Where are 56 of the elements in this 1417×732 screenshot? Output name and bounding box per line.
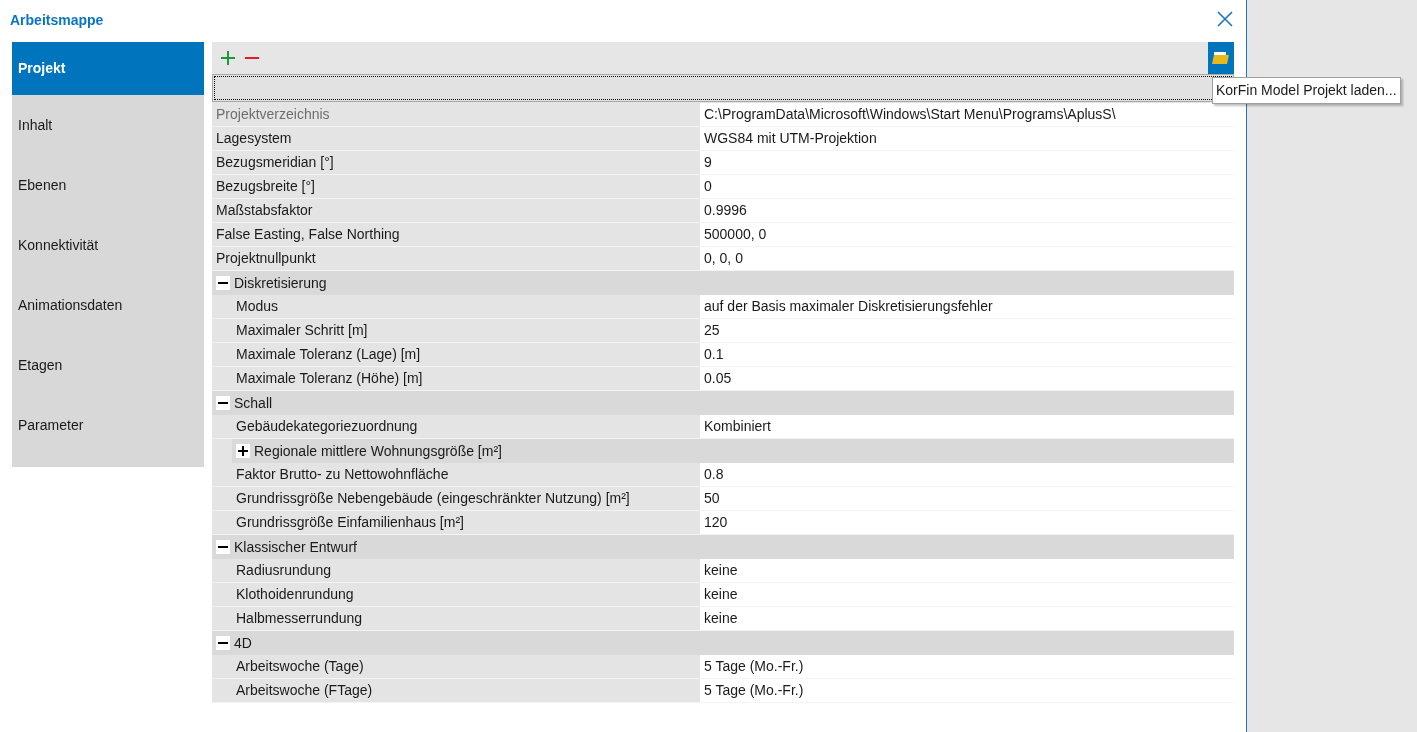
add-icon[interactable] bbox=[220, 50, 236, 66]
sidebar-tab[interactable]: Projekt bbox=[12, 42, 204, 95]
property-value[interactable]: 0.9996 bbox=[700, 199, 1234, 222]
property-value[interactable]: 0.8 bbox=[700, 463, 1234, 486]
window-title: Arbeitsmappe bbox=[10, 10, 104, 30]
property-label: Bezugsbreite [°] bbox=[215, 177, 316, 196]
property-label: Maximale Toleranz (Lage) [m] bbox=[235, 345, 422, 364]
close-icon[interactable] bbox=[1217, 11, 1233, 27]
property-value[interactable]: 0, 0, 0 bbox=[700, 247, 1234, 270]
property-label: Grundrissgröße Einfamilienhaus [m²] bbox=[235, 513, 465, 532]
property-label: Modus bbox=[235, 297, 280, 316]
property-label: Projektverzeichnis bbox=[215, 105, 331, 124]
property-label: False Easting, False Northing bbox=[215, 225, 401, 244]
category-label: Diskretisierung bbox=[234, 273, 327, 293]
property-label: Lagesystem bbox=[215, 129, 293, 148]
property-value[interactable]: 0 bbox=[700, 175, 1234, 198]
collapse-icon[interactable] bbox=[216, 276, 230, 290]
property-value[interactable]: WGS84 mit UTM-Projektion bbox=[700, 127, 1234, 150]
property-label: Halbmesserrundung bbox=[235, 609, 364, 628]
property-label: Maximale Toleranz (Höhe) [m] bbox=[235, 369, 424, 388]
property-value[interactable]: Kombiniert bbox=[700, 415, 1234, 438]
collapse-icon[interactable] bbox=[216, 540, 230, 554]
property-label: Arbeitswoche (FTage) bbox=[235, 681, 374, 700]
expand-icon[interactable] bbox=[236, 444, 250, 458]
collapse-icon[interactable] bbox=[216, 636, 230, 650]
property-label: Projektnullpunkt bbox=[215, 249, 317, 268]
property-label: Faktor Brutto- zu Nettowohnfläche bbox=[235, 465, 450, 484]
property-value[interactable]: keine bbox=[700, 559, 1234, 582]
folder-icon bbox=[1212, 51, 1230, 65]
property-value[interactable]: 500000, 0 bbox=[700, 223, 1234, 246]
collapse-icon[interactable] bbox=[216, 396, 230, 410]
property-label: Maßstabsfaktor bbox=[215, 201, 314, 220]
property-label: Arbeitswoche (Tage) bbox=[235, 657, 365, 676]
folder-button[interactable] bbox=[1208, 42, 1234, 74]
category-label: Schall bbox=[234, 393, 273, 413]
property-value[interactable]: 0.1 bbox=[700, 343, 1234, 366]
property-value[interactable]: 5 Tage (Mo.-Fr.) bbox=[700, 655, 1234, 678]
property-value[interactable]: keine bbox=[700, 607, 1234, 630]
property-label: Radiusrundung bbox=[235, 561, 332, 580]
property-label: Bezugsmeridian [°] bbox=[215, 153, 335, 172]
property-label: Klothoidenrundung bbox=[235, 585, 355, 604]
property-value[interactable]: 0.05 bbox=[700, 367, 1234, 390]
category-label: Regionale mittlere Wohnungsgröße [m²] bbox=[254, 441, 502, 461]
property-value[interactable]: auf der Basis maximaler Diskretisierungsfehler bbox=[700, 295, 1234, 318]
tooltip: KorFin Model Projekt laden... bbox=[1212, 77, 1401, 104]
property-value[interactable]: 25 bbox=[700, 319, 1234, 342]
property-value[interactable]: 9 bbox=[700, 151, 1234, 174]
property-value[interactable]: 120 bbox=[700, 511, 1234, 534]
category-label: Klassischer Entwurf bbox=[234, 537, 357, 557]
property-value[interactable]: keine bbox=[700, 583, 1234, 606]
property-label: Grundrissgröße Nebengebäude (eingeschränkter Nutzung) [m²] bbox=[235, 489, 631, 508]
property-value[interactable]: 5 Tage (Mo.-Fr.) bbox=[700, 679, 1234, 702]
category-label: 4D bbox=[234, 633, 252, 653]
property-label: Gebäudekategoriezuordnung bbox=[235, 417, 419, 436]
property-value[interactable]: 50 bbox=[700, 487, 1234, 510]
property-label: Maximaler Schritt [m] bbox=[235, 321, 369, 340]
